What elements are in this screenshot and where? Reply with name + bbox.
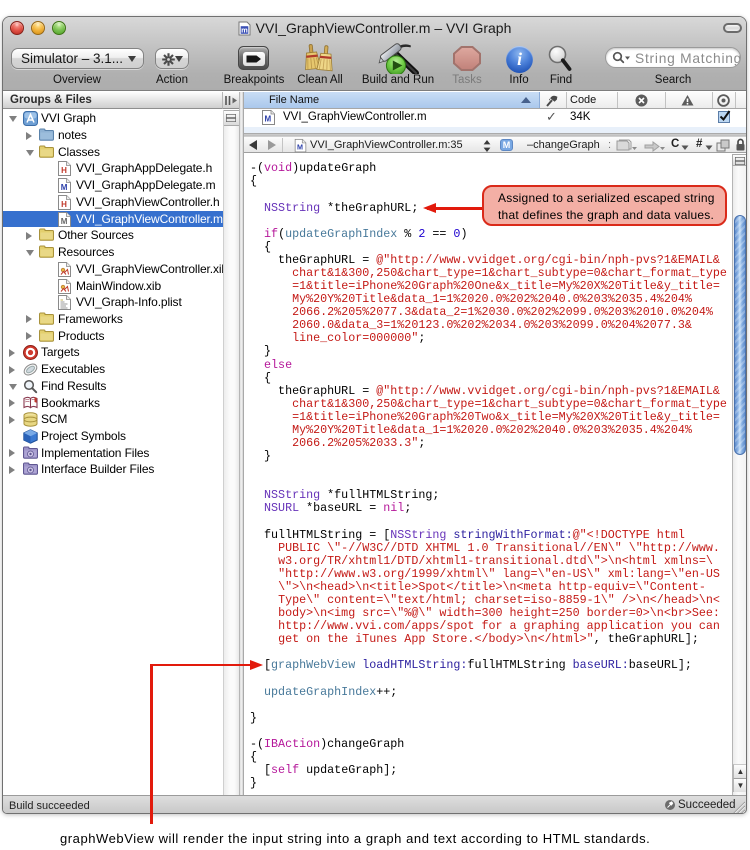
svg-text:M: M <box>297 143 303 152</box>
svg-text:m: m <box>241 25 248 34</box>
svg-text:M: M <box>61 183 68 192</box>
svg-text:M: M <box>61 216 68 225</box>
svg-text:M: M <box>264 115 271 124</box>
svg-text:H: H <box>61 200 67 209</box>
svg-text:H: H <box>61 166 67 175</box>
